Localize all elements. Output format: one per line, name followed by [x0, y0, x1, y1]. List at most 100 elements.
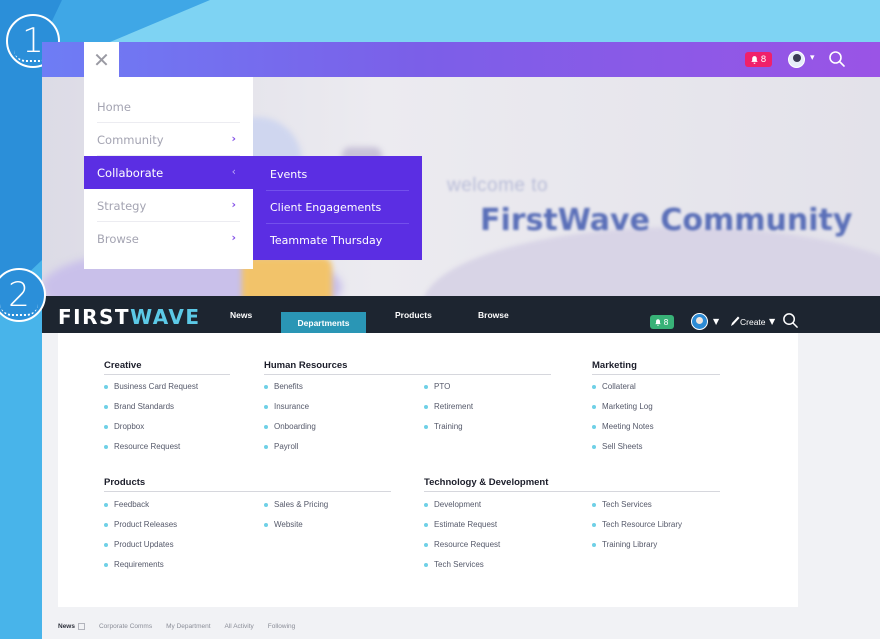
user-avatar[interactable] — [691, 313, 708, 330]
section-divider — [592, 374, 720, 375]
section-title-human-resources: Human Resources — [264, 360, 348, 371]
nav-tab-news[interactable]: News — [230, 310, 252, 320]
departments-mega-menu: Creative Business Card Request Brand Sta… — [58, 333, 798, 607]
link-meeting-notes[interactable]: Meeting Notes — [592, 422, 654, 431]
menu-item-label: Strategy — [97, 198, 147, 213]
link-brand-standards[interactable]: Brand Standards — [104, 402, 174, 411]
link-sales-pricing[interactable]: Sales & Pricing — [264, 500, 328, 509]
activity-tabs: News Corporate Comms My Department All A… — [58, 623, 295, 630]
tab-all-activity[interactable]: All Activity — [225, 623, 254, 630]
tab-my-department[interactable]: My Department — [166, 623, 210, 630]
hero-title: FirstWave Community — [480, 203, 853, 238]
nav-tab-browse[interactable]: Browse — [478, 310, 509, 320]
logo-part-1: FIRST — [58, 305, 131, 329]
chevron-right-icon: › — [231, 132, 236, 145]
chevron-left-icon: ‹ — [231, 165, 236, 178]
firstwave-logo[interactable]: FIRSTWAVE — [58, 305, 201, 329]
link-product-updates[interactable]: Product Updates — [104, 540, 174, 549]
collaborate-submenu: Events Client Engagements Teammate Thurs… — [253, 156, 422, 260]
submenu-item-events[interactable]: Events — [253, 158, 422, 191]
link-training-library[interactable]: Training Library — [592, 540, 657, 549]
notification-count: 8 — [760, 54, 767, 65]
logo-part-2: WAVE — [130, 305, 201, 329]
submenu-item-label: Teammate Thursday — [270, 234, 383, 247]
submenu-item-client-engagements[interactable]: Client Engagements — [253, 191, 422, 224]
nav-tab-products[interactable]: Products — [395, 310, 432, 320]
menu-item-collaborate[interactable]: Collaborate ‹ — [84, 156, 253, 189]
bell-icon — [750, 55, 758, 64]
link-pto[interactable]: PTO — [424, 382, 450, 391]
edit-icon[interactable] — [77, 623, 85, 630]
notification-badge[interactable]: 8 — [650, 315, 674, 329]
tab-following[interactable]: Following — [268, 623, 295, 630]
link-benefits[interactable]: Benefits — [264, 382, 303, 391]
chevron-right-icon: › — [231, 198, 236, 211]
link-onboarding[interactable]: Onboarding — [264, 422, 316, 431]
section-divider — [104, 374, 230, 375]
link-website[interactable]: Website — [264, 520, 303, 529]
link-business-card-request[interactable]: Business Card Request — [104, 382, 198, 391]
menu-item-label: Collaborate — [97, 165, 164, 180]
top-bar: ✕ 8 ▾ — [42, 42, 880, 77]
link-estimate-request[interactable]: Estimate Request — [424, 520, 497, 529]
menu-item-label: Home — [97, 99, 131, 114]
submenu-item-label: Client Engagements — [270, 201, 382, 214]
chevron-right-icon: › — [231, 231, 236, 244]
link-tech-services[interactable]: Tech Services — [592, 500, 652, 509]
link-training[interactable]: Training — [424, 422, 463, 431]
hero-welcome-text: welcome to — [447, 175, 549, 196]
section-title-products: Products — [104, 477, 146, 488]
chevron-down-icon[interactable]: ▼ — [769, 317, 775, 326]
submenu-item-teammate-thursday[interactable]: Teammate Thursday — [253, 224, 422, 257]
link-tech-resource-library[interactable]: Tech Resource Library — [592, 520, 682, 529]
nav-tab-departments[interactable]: Departments — [281, 312, 366, 333]
section-divider — [264, 374, 551, 375]
link-retirement[interactable]: Retirement — [424, 402, 473, 411]
step-1-number: 1 — [22, 21, 44, 61]
link-sell-sheets[interactable]: Sell Sheets — [592, 442, 642, 451]
screenshot-2: FIRSTWAVE News Departments Products Brow… — [42, 296, 880, 639]
notification-count: 8 — [663, 317, 669, 327]
menu-item-home[interactable]: Home — [84, 90, 253, 123]
link-development[interactable]: Development — [424, 500, 481, 509]
chevron-down-icon[interactable]: ▾ — [810, 53, 815, 63]
link-dropbox[interactable]: Dropbox — [104, 422, 144, 431]
link-marketing-log[interactable]: Marketing Log — [592, 402, 653, 411]
link-resource-request[interactable]: Resource Request — [104, 442, 180, 451]
section-title-technology-development: Technology & Development — [424, 477, 549, 488]
menu-item-browse[interactable]: Browse › — [84, 222, 253, 255]
submenu-item-label: Events — [270, 168, 308, 181]
pencil-icon[interactable] — [730, 315, 740, 327]
link-payroll[interactable]: Payroll — [264, 442, 298, 451]
create-button[interactable]: Create — [740, 317, 766, 327]
link-requirements[interactable]: Requirements — [104, 560, 164, 569]
link-insurance[interactable]: Insurance — [264, 402, 309, 411]
nav-menu: Home Community › Collaborate ‹ Strategy … — [84, 77, 253, 269]
close-icon: ✕ — [93, 47, 110, 72]
notification-badge[interactable]: 8 — [745, 52, 772, 67]
link-feedback[interactable]: Feedback — [104, 500, 149, 509]
step-2-number: 2 — [8, 275, 30, 315]
hero-decoration — [242, 257, 332, 296]
link-resource-request[interactable]: Resource Request — [424, 540, 500, 549]
tab-label: News — [58, 623, 75, 631]
search-icon[interactable] — [782, 312, 799, 329]
chevron-down-icon[interactable]: ▼ — [713, 317, 719, 326]
menu-item-label: Browse — [97, 231, 139, 246]
close-menu-button[interactable]: ✕ — [84, 42, 119, 77]
section-title-marketing: Marketing — [592, 360, 637, 371]
link-tech-services[interactable]: Tech Services — [424, 560, 484, 569]
menu-item-community[interactable]: Community › — [84, 123, 253, 156]
bell-icon — [655, 318, 662, 326]
tab-news[interactable]: News — [58, 623, 85, 630]
user-avatar[interactable] — [788, 51, 805, 68]
menu-item-strategy[interactable]: Strategy › — [84, 189, 253, 222]
search-icon[interactable] — [828, 50, 846, 68]
menu-item-label: Community — [97, 132, 164, 147]
screenshot-1: welcome to FirstWave Community ✕ 8 ▾ Hom… — [42, 42, 880, 296]
top-navbar: FIRSTWAVE News Departments Products Brow… — [42, 296, 880, 333]
link-product-releases[interactable]: Product Releases — [104, 520, 177, 529]
section-divider — [104, 491, 391, 492]
tab-corporate-comms[interactable]: Corporate Comms — [99, 623, 152, 630]
link-collateral[interactable]: Collateral — [592, 382, 636, 391]
